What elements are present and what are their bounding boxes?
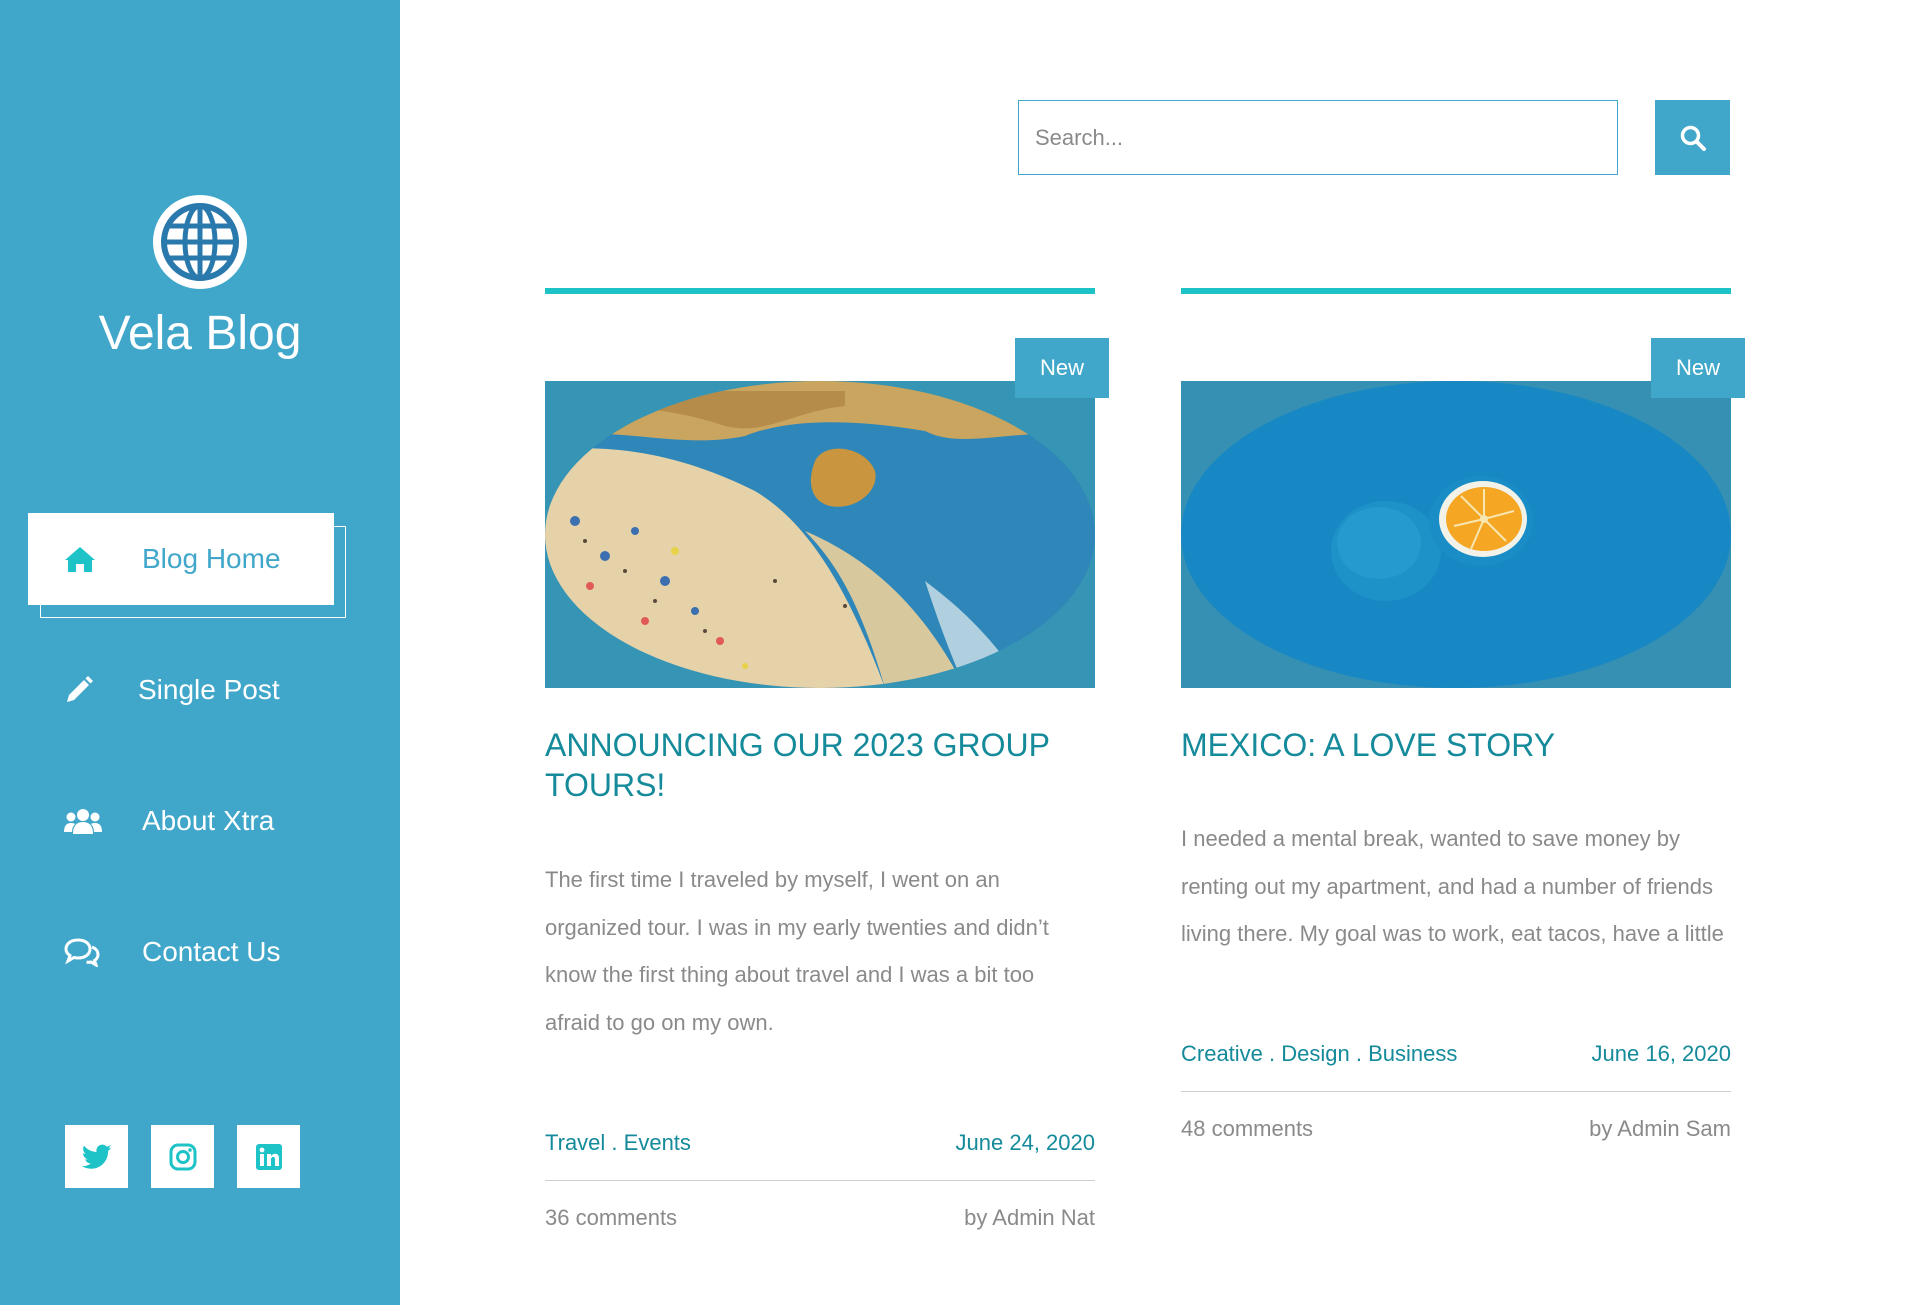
comments-icon	[64, 937, 104, 967]
twitter-button[interactable]	[65, 1125, 128, 1188]
post-title[interactable]: ANNOUNCING OUR 2023 GROUP TOURS!	[545, 725, 1095, 805]
nav-blog-home[interactable]: Blog Home	[28, 513, 334, 605]
logo[interactable]	[153, 195, 247, 289]
comments-count[interactable]: 48 comments	[1181, 1116, 1313, 1142]
post-footer: 48 comments by Admin Sam	[1181, 1116, 1731, 1142]
nav-label: Single Post	[138, 674, 280, 705]
search-input[interactable]	[1018, 100, 1618, 175]
twitter-icon	[81, 1144, 111, 1169]
post-author[interactable]: by Admin Nat	[964, 1205, 1095, 1231]
category-separator: .	[1262, 1041, 1282, 1066]
category-link[interactable]: Travel	[545, 1130, 605, 1155]
sidebar: Vela Blog Blog Home Single Post About Xt…	[0, 0, 400, 1305]
nav-single-post[interactable]: Single Post	[28, 644, 334, 736]
instagram-icon	[169, 1143, 196, 1170]
category-link[interactable]: Creative	[1181, 1041, 1263, 1066]
category-link[interactable]: Business	[1368, 1041, 1457, 1066]
post-meta: Creative . Design . Business June 16, 20…	[1181, 1041, 1731, 1067]
category-separator: .	[605, 1130, 624, 1155]
post-title[interactable]: MEXICO: A LOVE STORY	[1181, 725, 1731, 765]
post-meta: Travel . Events June 24, 2020	[545, 1130, 1095, 1156]
post-image-orange[interactable]	[1181, 381, 1731, 688]
post-author[interactable]: by Admin Sam	[1589, 1116, 1731, 1142]
post-image-beach[interactable]	[545, 381, 1095, 688]
post-excerpt: I needed a mental break, wanted to save …	[1181, 826, 1724, 946]
post-categories: Travel . Events	[545, 1130, 691, 1156]
linkedin-icon	[255, 1143, 282, 1170]
pencil-icon	[64, 675, 104, 705]
linkedin-button[interactable]	[237, 1125, 300, 1188]
card-divider	[545, 1180, 1095, 1181]
category-separator: .	[1349, 1041, 1369, 1066]
users-icon	[64, 807, 104, 835]
nav-label: About Xtra	[142, 805, 275, 836]
card-divider	[1181, 1091, 1731, 1092]
home-icon	[64, 545, 104, 573]
post-footer: 36 comments by Admin Nat	[545, 1205, 1095, 1231]
post-excerpt: The first time I traveled by myself, I w…	[545, 867, 1049, 1035]
card-accent-bar	[545, 288, 1095, 294]
new-badge: New	[1651, 338, 1745, 398]
nav-label: Contact Us	[142, 936, 281, 967]
post-categories: Creative . Design . Business	[1181, 1041, 1457, 1067]
new-badge: New	[1015, 338, 1109, 398]
nav-label: Blog Home	[142, 543, 281, 574]
category-link[interactable]: Design	[1281, 1041, 1349, 1066]
brand-title[interactable]: Vela Blog	[0, 306, 400, 361]
nav-contact-us[interactable]: Contact Us	[28, 906, 334, 998]
category-link[interactable]: Events	[624, 1130, 691, 1155]
card-accent-bar	[1181, 288, 1731, 294]
instagram-button[interactable]	[151, 1125, 214, 1188]
search-icon	[1680, 125, 1706, 151]
post-date[interactable]: June 16, 2020	[1592, 1041, 1731, 1067]
search-button[interactable]	[1655, 100, 1730, 175]
comments-count[interactable]: 36 comments	[545, 1205, 677, 1231]
post-date[interactable]: June 24, 2020	[956, 1130, 1095, 1156]
globe-icon	[161, 203, 239, 281]
nav-about-xtra[interactable]: About Xtra	[28, 775, 334, 867]
